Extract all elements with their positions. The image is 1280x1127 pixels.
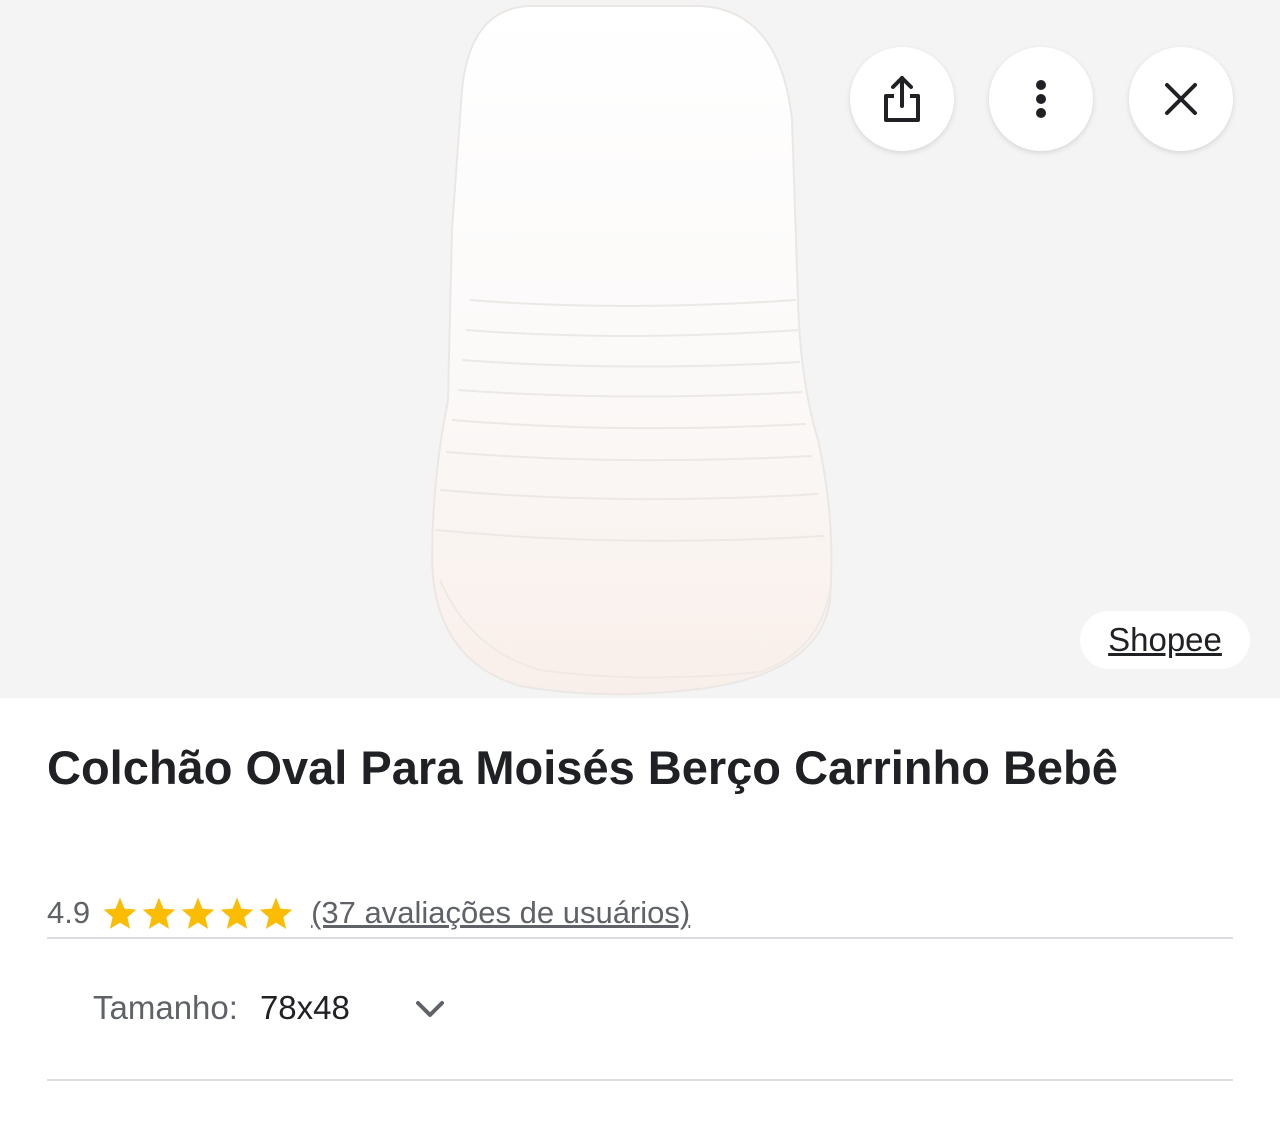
size-value: 78x48 xyxy=(259,989,350,1026)
close-icon xyxy=(1165,83,1197,115)
share-button[interactable] xyxy=(850,47,954,151)
chevron-down-icon[interactable] xyxy=(414,998,446,1020)
divider xyxy=(47,937,1233,939)
more-options-button[interactable] xyxy=(989,47,1093,151)
rating-value: 4.9 xyxy=(47,895,91,930)
star-icon xyxy=(181,897,215,929)
star-icon xyxy=(259,897,293,929)
star-icon xyxy=(103,897,137,929)
divider xyxy=(47,1079,1233,1081)
product-image-area: Shopee xyxy=(0,0,1280,698)
size-label: Tamanho: xyxy=(93,989,238,1026)
more-vert-icon xyxy=(1036,80,1046,118)
product-title: Colchão Oval Para Moisés Berço Carrinho … xyxy=(47,741,1118,794)
source-link[interactable]: Shopee xyxy=(1080,611,1250,669)
star-rating xyxy=(102,896,297,930)
star-icon xyxy=(220,897,254,929)
share-icon xyxy=(884,76,920,122)
star-icon xyxy=(142,897,176,929)
reviews-link[interactable]: (37 avaliações de usuários) xyxy=(311,895,690,931)
rating-row: 4.9 (37 avaliações de usuários) xyxy=(47,888,690,938)
close-button[interactable] xyxy=(1129,47,1233,151)
size-selector[interactable]: Tamanho: 78x48 xyxy=(93,978,350,1038)
